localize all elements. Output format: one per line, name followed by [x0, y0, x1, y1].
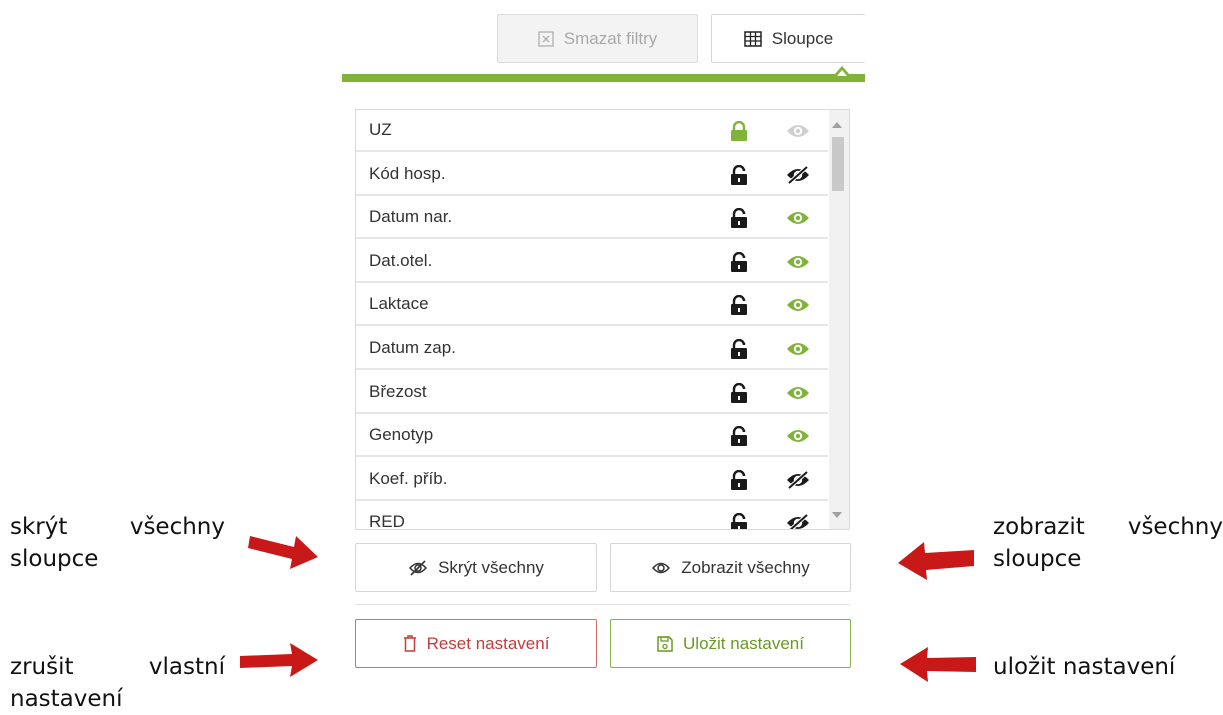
annotation-reset: zrušit vlastní nastavení — [10, 654, 225, 712]
eye-slash-icon — [408, 559, 428, 576]
eye-icon — [651, 560, 671, 576]
column-list-item[interactable]: Datum zap. — [356, 328, 828, 370]
lock-open-icon[interactable] — [729, 164, 749, 185]
eye-icon[interactable] — [786, 384, 810, 402]
column-label: Březost — [369, 381, 427, 401]
arrow-left-icon — [900, 647, 976, 682]
columns-label: Sloupce — [771, 28, 834, 48]
clear-filters-label: Smazat filtry — [563, 28, 658, 48]
column-list-item[interactable]: Koef. příb. — [356, 459, 828, 501]
column-label: Laktace — [369, 294, 429, 314]
lock-open-icon[interactable] — [729, 338, 749, 359]
hide-all-label: Skrýt všechny — [438, 557, 544, 577]
eye-slash-icon[interactable] — [786, 470, 810, 490]
lock-open-icon[interactable] — [729, 426, 749, 447]
eye-icon[interactable] — [786, 296, 810, 314]
column-label: Kód hosp. — [369, 163, 446, 183]
column-label: Datum nar. — [369, 207, 453, 227]
arrow-right-icon — [240, 643, 318, 677]
column-list-item[interactable]: Dat.otel. — [356, 241, 828, 283]
show-all-button[interactable]: Zobrazit všechny — [610, 543, 851, 592]
eye-icon[interactable] — [786, 209, 810, 227]
table-columns-icon — [744, 30, 762, 47]
eye-icon[interactable] — [786, 427, 810, 445]
eye-icon[interactable] — [786, 253, 810, 271]
eye-slash-icon[interactable] — [786, 165, 810, 185]
scroll-down-arrow-icon[interactable] — [832, 512, 842, 518]
lock-open-icon[interactable] — [729, 469, 749, 490]
eye-icon[interactable] — [786, 340, 810, 358]
lock-open-icon[interactable] — [729, 208, 749, 229]
scroll-up-arrow-icon[interactable] — [832, 122, 842, 128]
column-label: Dat.otel. — [369, 250, 433, 270]
column-label: Koef. příb. — [369, 468, 448, 488]
column-list-item[interactable]: UZ — [356, 110, 828, 152]
lock-open-icon[interactable] — [729, 513, 749, 529]
clear-filter-icon — [538, 30, 554, 47]
column-list-scrollbar[interactable] — [829, 110, 849, 529]
column-list-item[interactable]: Genotyp — [356, 415, 828, 458]
save-settings-button[interactable]: Uložit nastavení — [610, 619, 851, 668]
column-list-item[interactable]: Březost — [356, 372, 828, 414]
save-settings-label: Uložit nastavení — [683, 633, 804, 653]
clear-filters-button[interactable]: Smazat filtry — [497, 14, 698, 63]
floppy-disk-icon — [657, 635, 673, 652]
annotation-hide-all: skrýt všechny sloupce — [10, 514, 225, 572]
column-label: Datum zap. — [369, 338, 456, 357]
column-list[interactable]: UZ Kód hosp. Datum nar. Dat.otel. Laktace Dat… — [355, 109, 850, 530]
annotation-show-all: zobrazit všechny sloupce — [993, 514, 1223, 572]
column-label: RED — [369, 512, 405, 530]
reset-settings-label: Reset nastavení — [426, 633, 550, 653]
eye-icon — [786, 122, 810, 140]
eye-slash-icon[interactable] — [786, 513, 810, 529]
annotation-save: uložit nastavení — [993, 654, 1176, 680]
column-list-item[interactable]: RED — [356, 502, 828, 530]
dropdown-caret-inner — [837, 70, 847, 76]
column-list-item[interactable]: Datum nar. — [356, 197, 828, 240]
lock-open-icon[interactable] — [729, 295, 749, 316]
lock-open-icon[interactable] — [729, 382, 749, 403]
column-list-item[interactable]: Kód hosp. — [356, 154, 828, 196]
column-list-item[interactable]: Laktace — [356, 284, 828, 327]
lock-closed-icon[interactable] — [729, 120, 749, 141]
scroll-thumb[interactable] — [832, 137, 844, 191]
lock-open-icon[interactable] — [729, 251, 749, 272]
arrow-left-icon — [898, 542, 974, 580]
column-label: UZ — [369, 120, 392, 139]
show-all-label: Zobrazit všechny — [681, 557, 810, 577]
columns-button[interactable]: Sloupce — [711, 14, 865, 63]
trash-icon — [403, 635, 417, 652]
reset-settings-button[interactable]: Reset nastavení — [355, 619, 597, 668]
divider — [355, 604, 850, 605]
arrow-right-icon — [248, 536, 318, 569]
hide-all-button[interactable]: Skrýt všechny — [355, 543, 597, 592]
columns-panel-accent-bar — [342, 74, 865, 82]
column-label: Genotyp — [369, 425, 434, 445]
